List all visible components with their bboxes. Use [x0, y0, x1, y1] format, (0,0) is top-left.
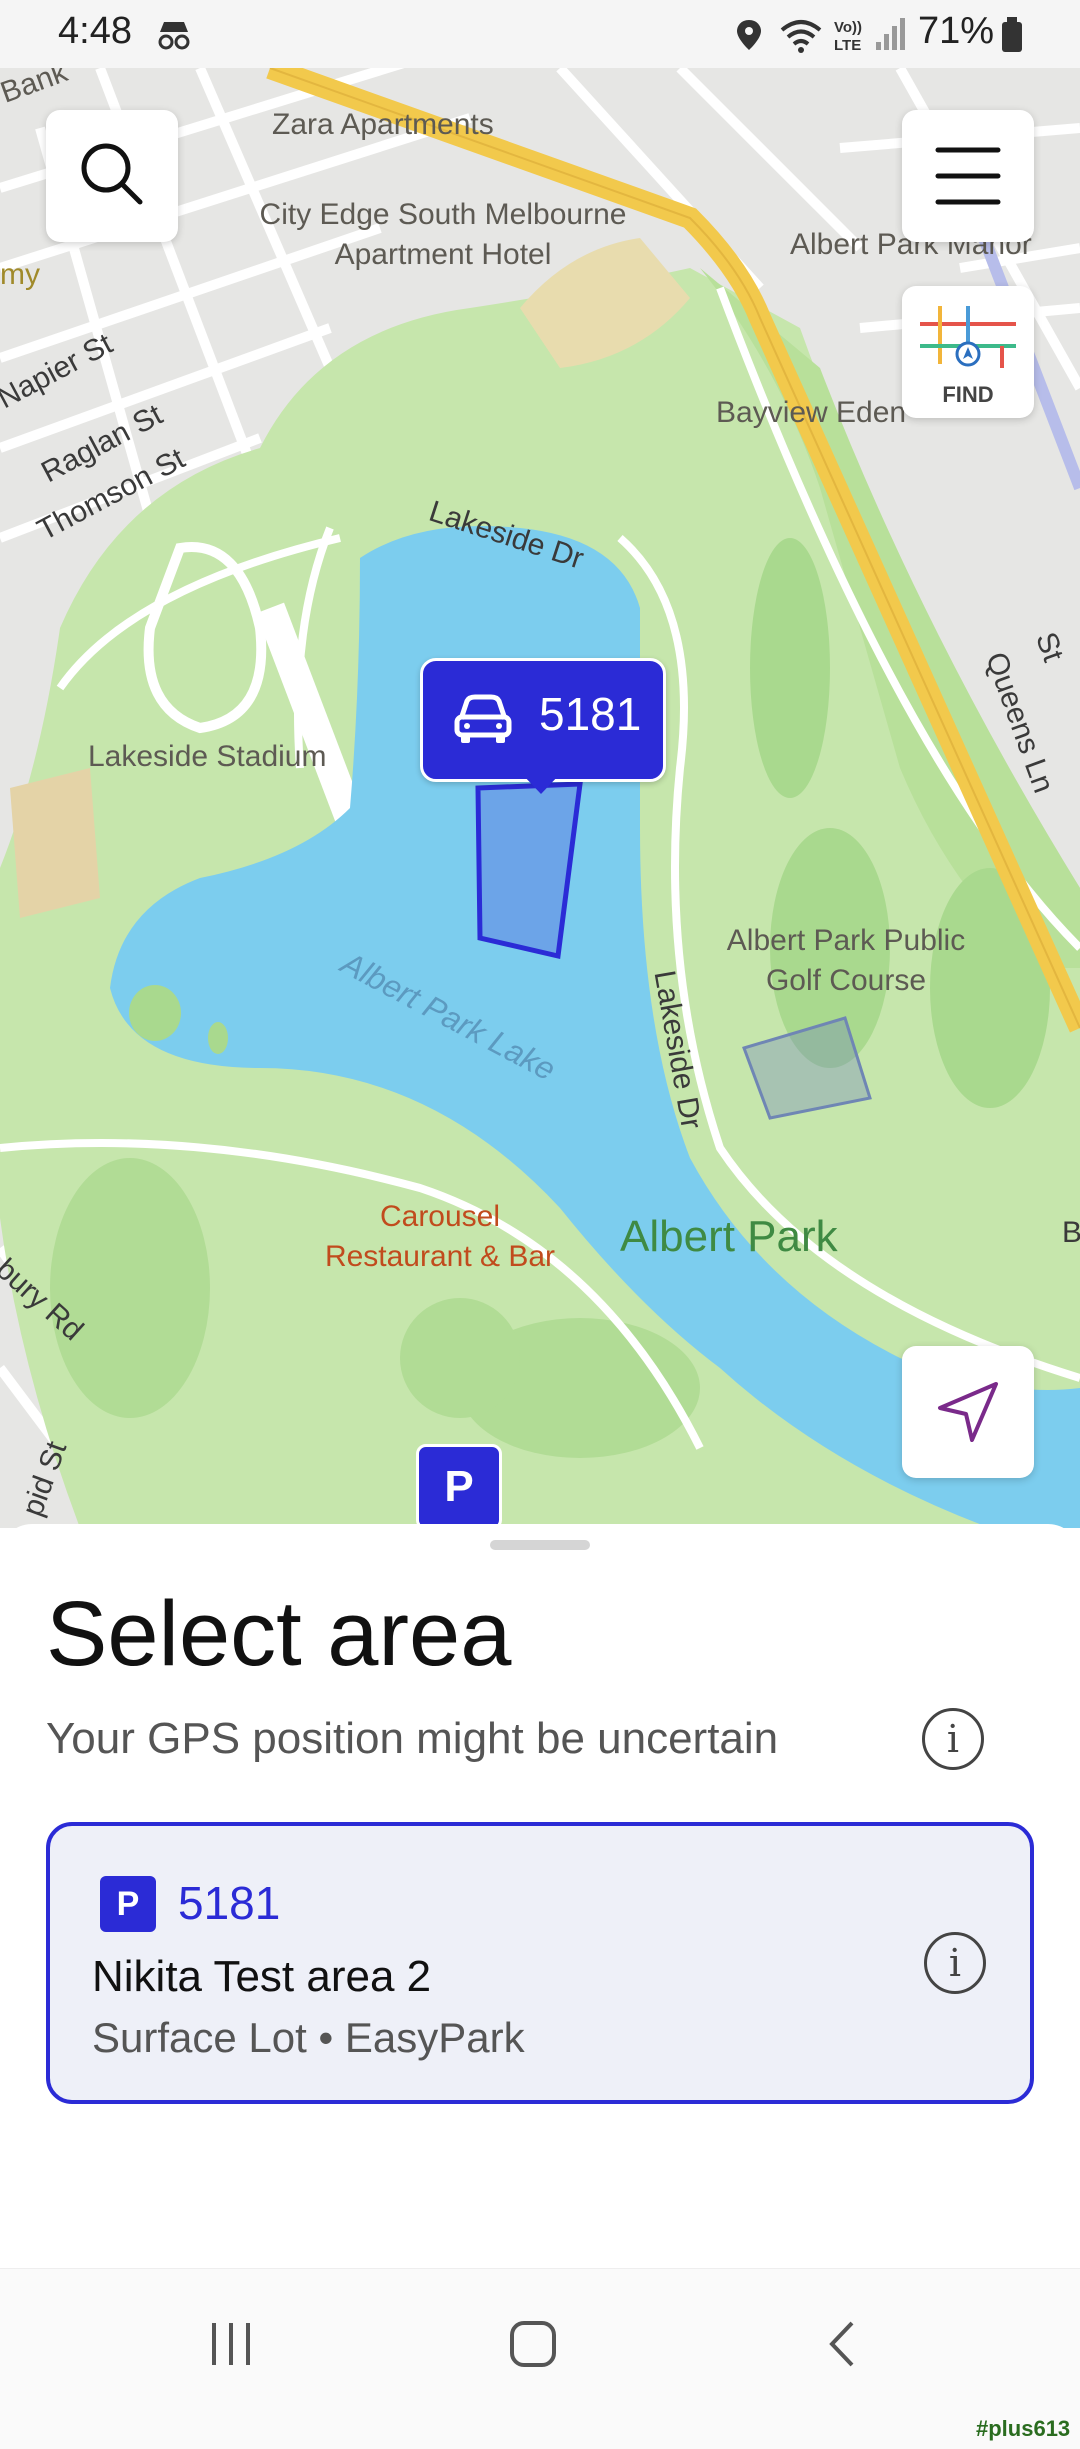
svg-text:Vo)): Vo)): [834, 19, 862, 36]
volte-icon: Vo)) LTE: [834, 19, 862, 54]
status-bar: 4:48 Vo)) LTE 71%: [0, 0, 1080, 68]
map-label-golf-1: Albert Park Public: [726, 924, 966, 957]
map-label-my: my: [0, 258, 40, 291]
map-label-golf-2: Golf Course: [765, 964, 927, 997]
map-label-bayview: Bayview Eden: [716, 396, 907, 429]
area-card[interactable]: P 5181 Nikita Test area 2 Surface Lot • …: [46, 1822, 1034, 2104]
search-button[interactable]: [46, 110, 178, 242]
map-label-city-edge-1: City Edge South Melbourne: [259, 198, 627, 231]
gps-warning-text: Your GPS position might be uncertain: [46, 1714, 779, 1763]
area-meta: Surface Lot • EasyPark: [92, 2014, 525, 2061]
area-info-icon[interactable]: i: [924, 1932, 986, 1994]
bottom-sheet: Select area Your GPS position might be u…: [0, 1524, 1080, 2268]
area-marker[interactable]: 5181: [420, 658, 666, 782]
parking-pin[interactable]: P: [416, 1444, 502, 1528]
navigation-arrow-icon: [938, 1382, 998, 1442]
map-label-carousel-2: Restaurant & Bar: [324, 1240, 556, 1273]
menu-button[interactable]: [902, 110, 1034, 242]
battery-icon: [1002, 17, 1022, 52]
map-label-lakeside-stadium: Lakeside Stadium: [88, 740, 327, 773]
area-name: Nikita Test area 2: [92, 1952, 432, 2001]
marker-pointer: [522, 774, 560, 794]
parking-badge: P: [100, 1876, 156, 1932]
back-icon[interactable]: [818, 2319, 868, 2369]
system-nav-bar: [0, 2268, 1080, 2449]
watermark: #plus613: [976, 2416, 1071, 2441]
hamburger-menu-icon: [935, 147, 1001, 205]
wifi-icon: [780, 20, 822, 53]
incognito-icon: [158, 22, 190, 50]
find-button[interactable]: FIND: [902, 286, 1034, 418]
find-label: FIND: [942, 382, 994, 407]
area-marker-code: 5181: [539, 688, 642, 740]
recent-apps-icon[interactable]: [206, 2319, 256, 2369]
car-icon: [454, 694, 512, 743]
gps-info-icon[interactable]: i: [922, 1708, 984, 1770]
map-view[interactable]: Zara Apartments City Edge South Melbourn…: [0, 68, 1080, 1528]
battery-percentage: 71%: [918, 10, 995, 52]
map-label-city-edge-2: Apartment Hotel: [334, 238, 552, 271]
clock: 4:48: [58, 10, 132, 52]
my-location-button[interactable]: [902, 1346, 1034, 1478]
svg-text:LTE: LTE: [834, 37, 861, 54]
sheet-title: Select area: [46, 1583, 512, 1685]
road-label-b-right: B: [1062, 1216, 1080, 1249]
search-icon: [81, 143, 143, 205]
signal-icon: [876, 18, 905, 50]
map-label-albert-park: Albert Park: [620, 1212, 838, 1261]
area-code: 5181: [178, 1877, 281, 1929]
sheet-drag-handle[interactable]: [490, 1540, 590, 1550]
map-label-carousel-1: Carousel: [379, 1200, 501, 1233]
map-label-zara: Zara Apartments: [272, 108, 494, 141]
home-icon[interactable]: [508, 2319, 558, 2369]
location-icon: [737, 20, 761, 50]
